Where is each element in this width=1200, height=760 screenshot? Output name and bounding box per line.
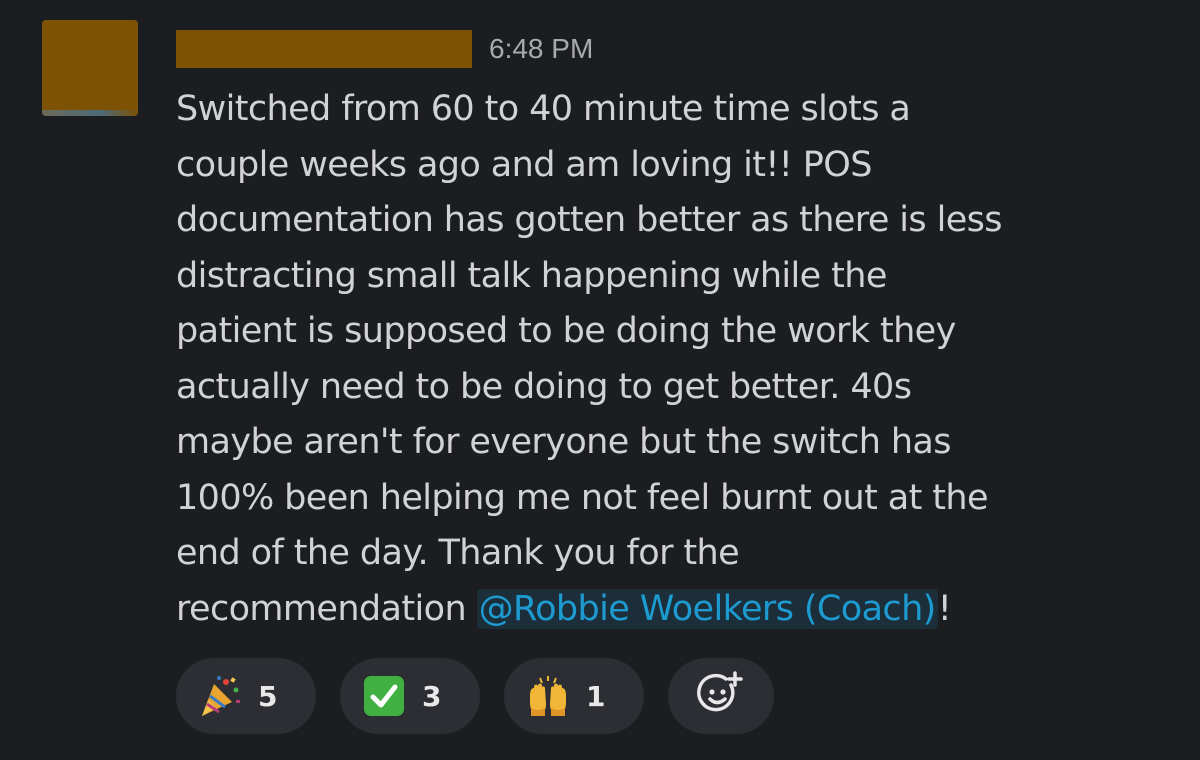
- message-header: 6:48 PM: [176, 28, 593, 70]
- party-popper-icon: [198, 674, 242, 718]
- reaction-check-mark[interactable]: 3: [340, 658, 480, 734]
- avatar[interactable]: [42, 20, 138, 116]
- reaction-bar: 5 3 1: [176, 658, 774, 734]
- reaction-count: 5: [258, 679, 278, 713]
- reaction-raising-hands[interactable]: 1: [504, 658, 644, 734]
- message-line: Switched from 60 to 40 minute time slots…: [176, 89, 911, 129]
- reaction-count: 1: [586, 679, 606, 713]
- check-mark-icon: [362, 674, 406, 718]
- add-emoji-icon: [697, 670, 745, 722]
- raising-hands-icon: [526, 674, 570, 718]
- message-line: actually need to be doing to get better.…: [176, 366, 912, 407]
- timestamp[interactable]: 6:48 PM: [489, 33, 593, 65]
- message-line-last: recommendation @Robbie Woelkers (Coach)!: [176, 582, 1176, 638]
- sender-name-redacted[interactable]: [176, 30, 475, 68]
- message-text: recommendation: [176, 588, 477, 629]
- add-reaction-button[interactable]: [668, 658, 774, 734]
- message-line: maybe aren't for everyone but the switch…: [176, 422, 952, 462]
- message-body: Switched from 60 to 40 minute time slots…: [176, 82, 1176, 637]
- reaction-party-popper[interactable]: 5: [176, 658, 316, 734]
- message-line: patient is supposed to be doing the work…: [176, 311, 956, 351]
- message-line: documentation has gotten better as there…: [176, 200, 1003, 240]
- message-line: distracting small talk happening while t…: [176, 255, 887, 296]
- message-line: end of the day. Thank you for the: [176, 533, 740, 573]
- user-mention[interactable]: @Robbie Woelkers (Coach): [476, 588, 938, 629]
- message-line: 100% been helping me not feel burnt out …: [176, 477, 989, 518]
- reaction-count: 3: [422, 679, 442, 713]
- message-line: couple weeks ago and am loving it!! POS: [176, 144, 872, 185]
- message-text: !: [937, 588, 952, 629]
- chat-message: 6:48 PM Switched from 60 to 40 minute ti…: [0, 0, 1200, 760]
